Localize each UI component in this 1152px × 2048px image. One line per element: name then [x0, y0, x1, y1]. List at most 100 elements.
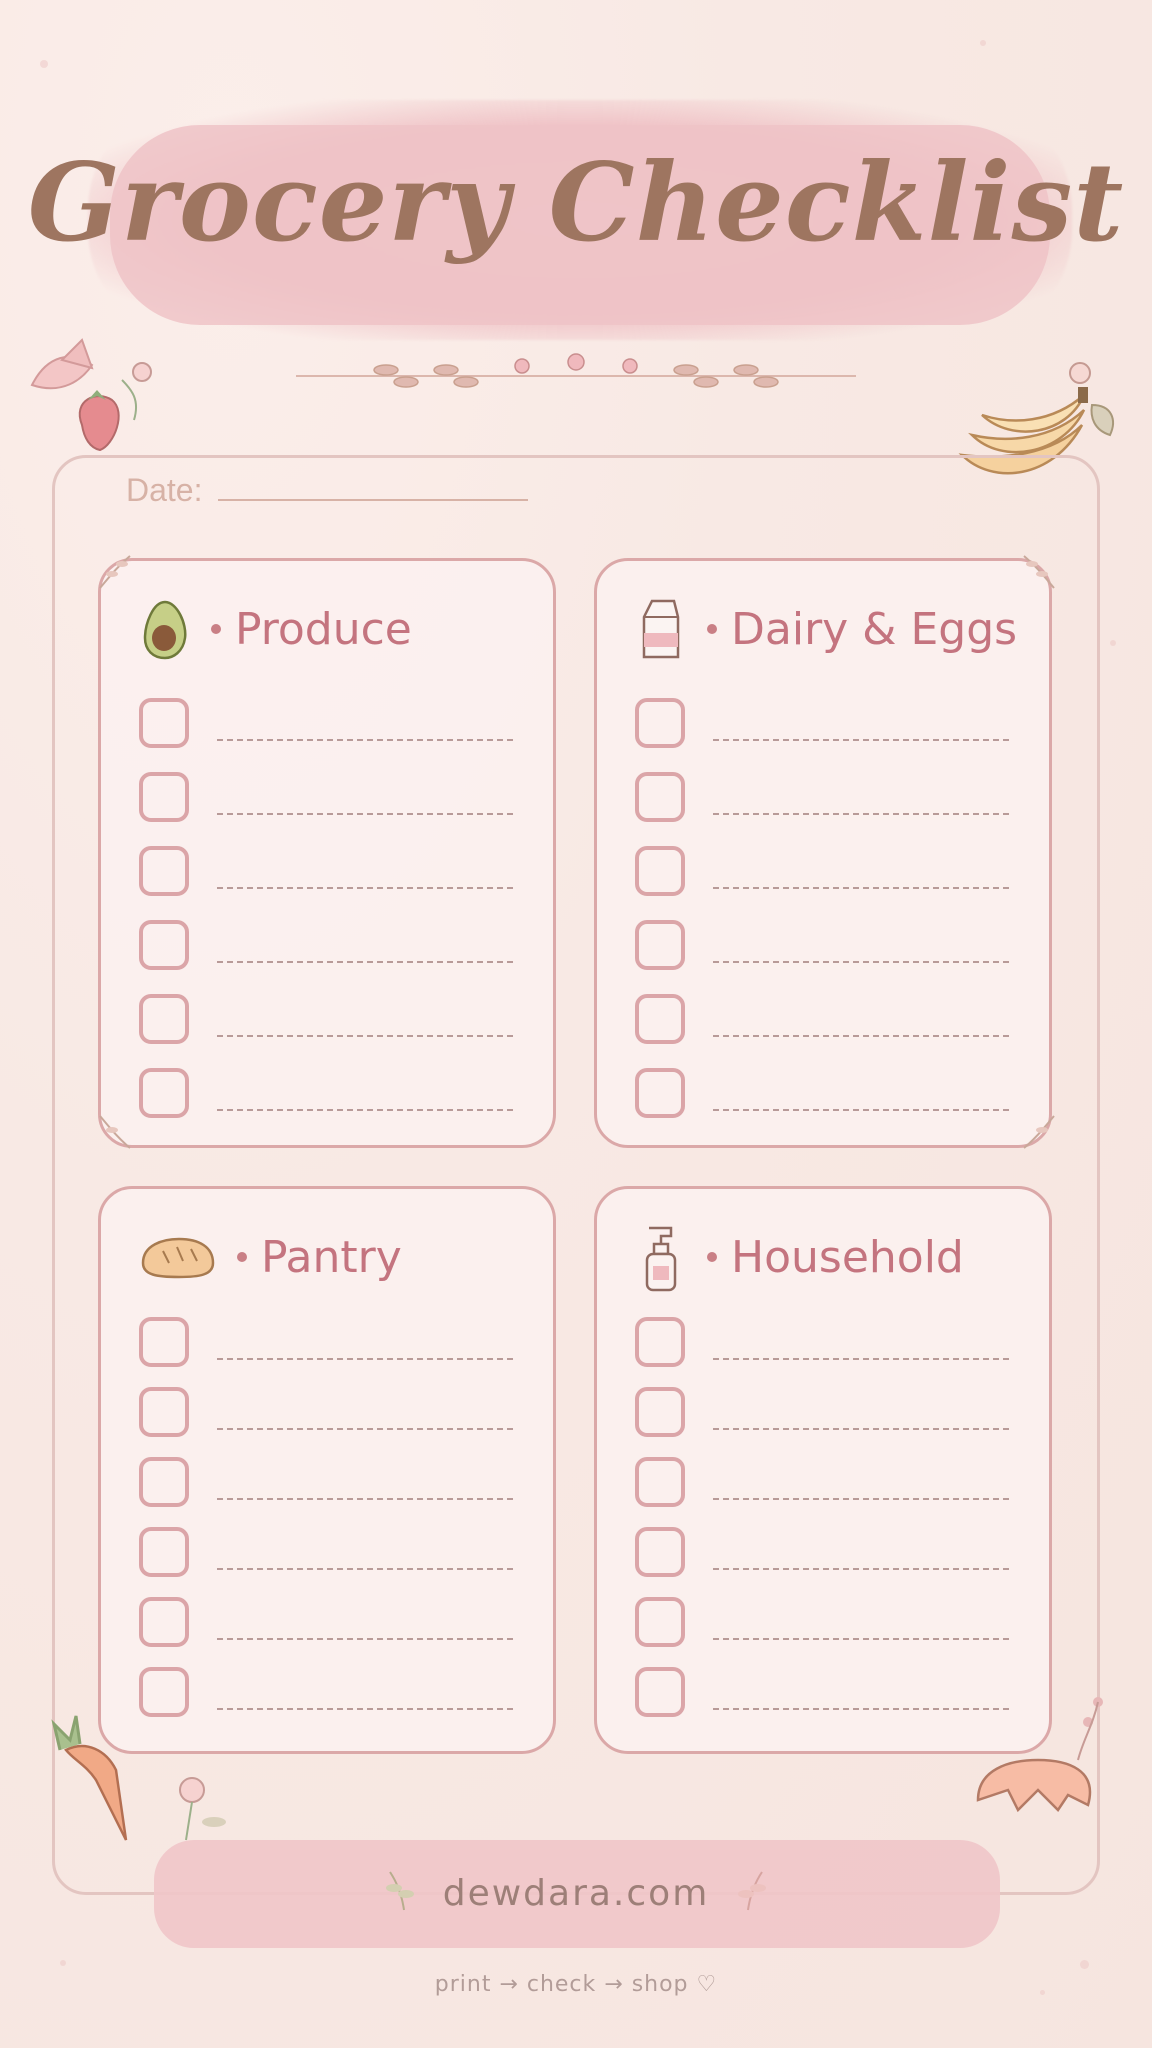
bullet	[707, 624, 717, 634]
strawberry-icon	[30, 338, 152, 452]
list-item	[635, 1517, 1009, 1587]
write-line[interactable]	[713, 887, 1009, 889]
bullet	[211, 624, 221, 634]
checkbox[interactable]	[139, 920, 189, 970]
checkbox[interactable]	[635, 1457, 685, 1507]
date-line[interactable]	[218, 499, 529, 501]
list-item	[635, 908, 1009, 982]
footer-tagline: print → check → shop ♡	[434, 1972, 718, 1997]
write-line[interactable]	[217, 1109, 513, 1111]
date-field[interactable]: Date:	[126, 470, 529, 510]
list-item	[635, 982, 1009, 1056]
page-title: Grocery Checklist	[27, 140, 1125, 266]
checkbox[interactable]	[635, 772, 685, 822]
spray-bottle-icon	[633, 1225, 689, 1292]
checkbox[interactable]	[139, 1597, 189, 1647]
checkbox[interactable]	[635, 1597, 685, 1647]
list-item	[139, 1447, 513, 1517]
write-line[interactable]	[217, 1638, 513, 1640]
write-line[interactable]	[217, 887, 513, 889]
checkbox[interactable]	[139, 772, 189, 822]
leaf-icon	[738, 1871, 766, 1911]
checkbox[interactable]	[635, 1068, 685, 1118]
household-card: Household	[594, 1186, 1052, 1754]
checkbox[interactable]	[139, 1317, 189, 1367]
list-item	[635, 1587, 1009, 1657]
list-item	[635, 1056, 1009, 1130]
checkbox[interactable]	[635, 1667, 685, 1717]
write-line[interactable]	[713, 813, 1009, 815]
list-item	[635, 760, 1009, 834]
write-line[interactable]	[713, 1358, 1009, 1360]
milk-carton-icon	[633, 597, 689, 661]
write-line[interactable]	[217, 1498, 513, 1500]
sprig-icon	[1023, 555, 1055, 589]
checkbox[interactable]	[139, 698, 189, 748]
list-item	[139, 1377, 513, 1447]
list-item	[139, 760, 513, 834]
list-item	[139, 982, 513, 1056]
write-line[interactable]	[713, 1638, 1009, 1640]
write-line[interactable]	[713, 961, 1009, 963]
footer-site[interactable]: dewdara.com	[0, 1873, 1152, 1914]
checkbox[interactable]	[139, 1068, 189, 1118]
write-line[interactable]	[713, 1109, 1009, 1111]
write-line[interactable]	[713, 1498, 1009, 1500]
checkbox[interactable]	[635, 994, 685, 1044]
list-item	[635, 1447, 1009, 1517]
write-line[interactable]	[713, 739, 1009, 741]
list-item	[635, 1657, 1009, 1727]
checkbox[interactable]	[139, 1457, 189, 1507]
croissant-icon	[976, 1697, 1103, 1813]
list-item	[139, 908, 513, 982]
write-line[interactable]	[217, 1428, 513, 1430]
list-item	[139, 1517, 513, 1587]
date-label: Date:	[126, 471, 203, 508]
section-title-dairy: Dairy & Eggs	[731, 603, 1018, 655]
list-item	[635, 1307, 1009, 1377]
floral-divider	[296, 353, 856, 388]
sprig-icon	[99, 555, 131, 589]
bread-icon	[137, 1225, 219, 1289]
produce-card: Produce	[98, 558, 556, 1148]
write-line[interactable]	[217, 739, 513, 741]
list-item	[139, 834, 513, 908]
list-item	[139, 1587, 513, 1657]
section-title-pantry: Pantry	[261, 1231, 402, 1283]
checkbox[interactable]	[139, 846, 189, 896]
checkbox[interactable]	[635, 1317, 685, 1367]
list-item	[635, 686, 1009, 760]
checkbox[interactable]	[139, 994, 189, 1044]
list-item	[635, 1377, 1009, 1447]
write-line[interactable]	[713, 1035, 1009, 1037]
checkbox[interactable]	[635, 698, 685, 748]
section-title-produce: Produce	[235, 603, 412, 655]
checkbox[interactable]	[139, 1527, 189, 1577]
write-line[interactable]	[713, 1568, 1009, 1570]
checkbox[interactable]	[139, 1387, 189, 1437]
checkbox[interactable]	[635, 1387, 685, 1437]
bullet	[707, 1252, 717, 1262]
list-item	[139, 1056, 513, 1130]
carrot-icon	[51, 1715, 226, 1841]
write-line[interactable]	[713, 1708, 1009, 1710]
sprig-icon	[99, 1115, 131, 1149]
checkbox[interactable]	[635, 920, 685, 970]
write-line[interactable]	[217, 813, 513, 815]
section-title-household: Household	[731, 1231, 964, 1283]
write-line[interactable]	[217, 1358, 513, 1360]
list-item	[139, 686, 513, 760]
write-line[interactable]	[217, 1568, 513, 1570]
write-line[interactable]	[713, 1428, 1009, 1430]
sprig-icon	[1023, 1115, 1055, 1149]
checkbox[interactable]	[635, 846, 685, 896]
write-line[interactable]	[217, 1035, 513, 1037]
bullet	[237, 1252, 247, 1262]
avocado-icon	[137, 597, 193, 661]
dairy-card: Dairy & Eggs	[594, 558, 1052, 1148]
write-line[interactable]	[217, 961, 513, 963]
checkbox[interactable]	[635, 1527, 685, 1577]
pantry-card: Pantry	[98, 1186, 556, 1754]
write-line[interactable]	[217, 1708, 513, 1710]
list-item	[635, 834, 1009, 908]
